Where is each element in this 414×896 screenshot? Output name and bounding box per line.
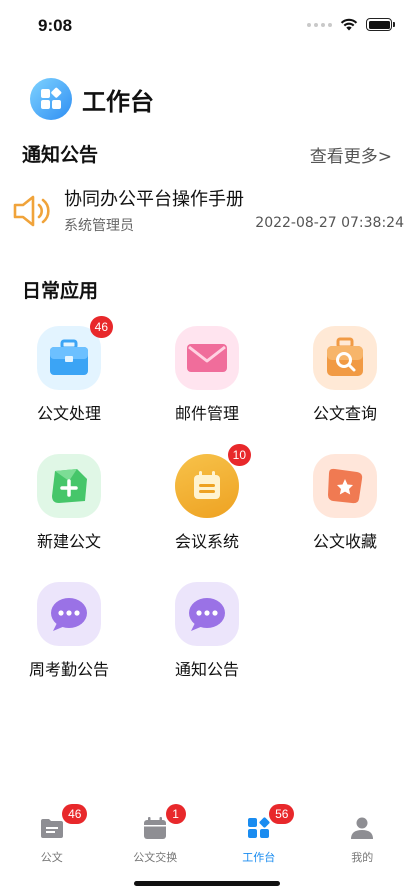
app-badge: 46: [89, 316, 113, 338]
app-label: 邮件管理: [174, 404, 239, 423]
app-label: 公文查询: [312, 404, 377, 423]
speaker-icon: [13, 195, 50, 227]
notice-section-title: 通知公告: [22, 144, 99, 166]
chat-bubble-icon: [37, 582, 101, 646]
tab-profile[interactable]: 我的: [311, 810, 414, 866]
app-new-document[interactable]: 新建公文: [14, 454, 124, 552]
page-header: 工作台: [30, 78, 154, 120]
app-badge: 10: [227, 444, 251, 466]
notice-author: 系统管理员: [64, 218, 134, 234]
chat-bubble-icon: [175, 582, 239, 646]
tab-badge: 56: [269, 804, 295, 824]
battery-icon: [366, 18, 395, 31]
tab-badge: 46: [62, 804, 88, 824]
app-label: 公文处理: [36, 404, 101, 423]
app-document-favorites[interactable]: 公文收藏: [290, 454, 400, 552]
signal-icon: [307, 22, 332, 27]
document-icon: [40, 819, 63, 838]
page-title: 工作台: [82, 87, 154, 116]
app-label: 周考勤公告: [28, 660, 109, 679]
tab-documents[interactable]: 46 公文: [0, 804, 104, 866]
tab-badge: 1: [165, 804, 186, 824]
briefcase-icon: 46: [37, 316, 113, 390]
notice-title: 协同办公平台操作手册: [64, 189, 244, 210]
view-more-link[interactable]: 查看更多>: [310, 142, 392, 167]
notice-time: 2022-08-27 07:38:24: [255, 215, 404, 231]
app-mail-management[interactable]: 邮件管理: [152, 326, 262, 424]
tab-label: 公文: [40, 851, 63, 864]
home-indicator: [134, 881, 280, 886]
tab-workbench[interactable]: 56 工作台: [207, 804, 311, 866]
app-document-query[interactable]: 公文查询: [290, 326, 400, 424]
tab-bar: 46 公文 1 公文交换 56 工作台 我的: [0, 804, 414, 866]
apps-section-title: 日常应用: [22, 280, 99, 302]
app-label: 公文收藏: [312, 532, 377, 551]
search-bag-icon: [313, 326, 377, 390]
tab-label: 我的: [351, 851, 374, 864]
add-doc-icon: [37, 454, 101, 518]
star-icon: [313, 454, 377, 518]
tab-label: 公文交换: [133, 851, 178, 864]
wifi-icon: [340, 18, 358, 31]
status-icons: [307, 18, 395, 31]
notice-item[interactable]: 协同办公平台操作手册 系统管理员 2022-08-27 07:38:24: [12, 182, 404, 242]
tab-label: 工作台: [242, 851, 276, 864]
mail-icon: [175, 326, 239, 390]
app-weekly-attendance[interactable]: 周考勤公告: [14, 582, 124, 680]
app-label: 通知公告: [174, 660, 239, 679]
person-icon: [351, 817, 374, 839]
calendar-icon: [144, 817, 167, 839]
app-notice[interactable]: 通知公告: [152, 582, 262, 680]
grid-icon: [247, 817, 270, 838]
app-document-processing[interactable]: 46 公文处理: [14, 316, 124, 424]
workbench-logo-icon: [30, 78, 72, 120]
calendar-icon: 10: [175, 444, 251, 518]
status-time: 9:08: [38, 16, 73, 35]
app-label: 会议系统: [174, 532, 239, 551]
app-label: 新建公文: [36, 532, 101, 551]
tab-document-exchange[interactable]: 1 公文交换: [104, 804, 208, 866]
status-bar: 9:08: [0, 0, 414, 50]
app-meeting-system[interactable]: 10 会议系统: [152, 444, 262, 552]
